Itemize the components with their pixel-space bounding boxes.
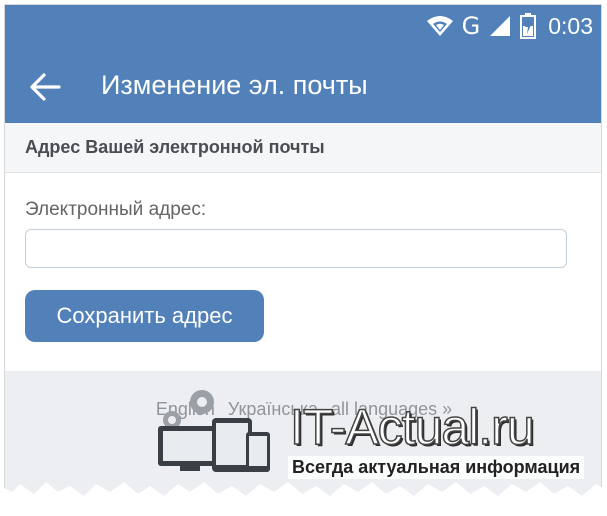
back-button[interactable] [27, 69, 63, 105]
email-input[interactable] [25, 229, 567, 268]
devices-gears-icon [158, 390, 270, 472]
back-arrow-icon [30, 73, 61, 101]
section-heading: Адрес Вашей электронной почты [5, 123, 601, 173]
signal-icon [488, 14, 512, 38]
clock: 0:03 [548, 12, 593, 39]
save-address-button[interactable]: Сохранить адрес [25, 290, 264, 342]
torn-edge [0, 482, 607, 516]
email-form: Электронный адрес: Сохранить адрес [5, 173, 601, 371]
email-label: Электронный адрес: [25, 199, 207, 220]
app-header: G 0:03 Изменение эл. почты [5, 5, 601, 123]
wifi-icon [426, 15, 454, 37]
watermark-brand: IT-Actual.ru [289, 398, 535, 456]
page-title: Изменение эл. почты [101, 70, 368, 100]
network-type: G [461, 12, 481, 40]
battery-icon [520, 13, 537, 39]
status-bar: G 0:03 [426, 11, 593, 41]
